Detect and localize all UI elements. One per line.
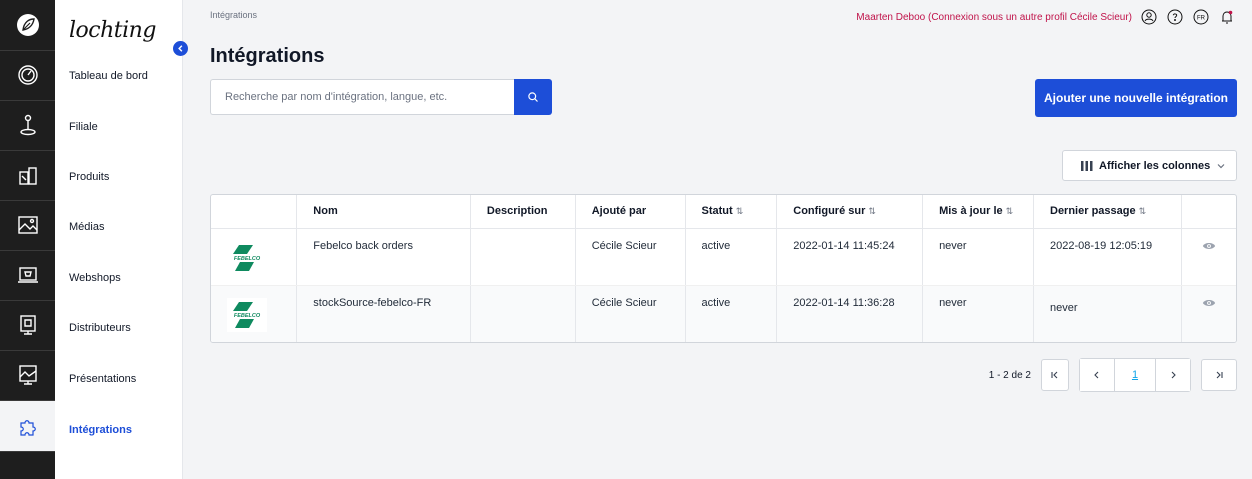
sort-icon[interactable]: ⇅	[1139, 206, 1147, 216]
sort-icon[interactable]: ⇅	[868, 206, 876, 216]
svg-text:FEBELCO: FEBELCO	[234, 313, 261, 319]
show-columns-button[interactable]: Afficher les colonnes	[1062, 150, 1237, 181]
column-header-updated[interactable]: Mis à jour le ⇅	[922, 195, 1034, 229]
next-page-button[interactable]	[1156, 359, 1190, 391]
first-page-icon	[1051, 371, 1058, 379]
impersonation-link[interactable]: Maarten Deboo (Connexion sous un autre p…	[856, 12, 1132, 23]
cell-last-run: 2022-08-19 12:05:19	[1033, 228, 1182, 286]
febelco-logo: FEBELCO	[233, 244, 261, 271]
prev-page-button[interactable]	[1080, 359, 1114, 391]
sort-icon[interactable]: ⇅	[736, 206, 744, 216]
main-content: Intégrations Maarten Deboo (Connexion so…	[184, 0, 1252, 479]
cell-updated: never	[922, 228, 1034, 286]
pagination-info: 1 - 2 de 2	[988, 369, 1031, 381]
chevron-down-icon	[1216, 161, 1226, 171]
notification-bell-icon[interactable]	[1218, 8, 1236, 26]
sidebar-item-integrations[interactable]: Intégrations	[69, 424, 132, 436]
cell-description	[470, 228, 576, 286]
cell-status: active	[685, 228, 778, 286]
sidebar-item-distributors[interactable]: Distributeurs	[69, 322, 131, 334]
presentation-icon[interactable]	[0, 350, 55, 400]
column-header-description[interactable]: Description	[470, 195, 576, 229]
cell-name: stockSource-febelco-FR	[296, 285, 471, 342]
search-input[interactable]	[210, 79, 514, 115]
dashboard-icon[interactable]	[0, 50, 55, 100]
add-integration-button[interactable]: Ajouter une nouvelle intégration	[1035, 79, 1237, 117]
first-page-button[interactable]	[1041, 359, 1069, 391]
column-header-added-by[interactable]: Ajouté par	[575, 195, 686, 229]
media-icon[interactable]	[0, 200, 55, 250]
top-bar: Maarten Deboo (Connexion sous un autre p…	[856, 8, 1236, 26]
sidebar-item-branch[interactable]: Filiale	[69, 121, 98, 133]
cell-added-by: Cécile Scieur	[575, 285, 686, 342]
column-header-last-run[interactable]: Dernier passage ⇅	[1033, 195, 1182, 229]
sidebar-item-presentations[interactable]: Présentations	[69, 373, 136, 385]
search-bar	[210, 79, 552, 115]
column-header-name[interactable]: Nom	[296, 195, 471, 229]
show-columns-label: Afficher les colonnes	[1099, 159, 1211, 172]
sidebar-item-dashboard[interactable]: Tableau de bord	[69, 70, 148, 82]
puzzle-icon[interactable]	[0, 401, 55, 451]
cell-configured: 2022-01-14 11:36:28	[776, 285, 924, 342]
user-switch-icon[interactable]	[1140, 8, 1158, 26]
svg-text:FR: FR	[1197, 15, 1206, 21]
cell-configured: 2022-01-14 11:45:24	[776, 228, 924, 286]
page-nav-group: 1	[1079, 358, 1191, 392]
columns-icon	[1081, 160, 1093, 171]
chevron-left-icon	[1094, 371, 1099, 379]
cell-last-run: never	[1033, 285, 1182, 342]
cell-actions	[1181, 285, 1236, 342]
sort-icon[interactable]: ⇅	[1006, 206, 1014, 216]
products-icon[interactable]	[0, 150, 55, 200]
leaf-logo-icon	[16, 14, 39, 36]
column-header-status[interactable]: Statut ⇅	[685, 195, 778, 229]
column-header-actions	[1181, 195, 1236, 229]
cell-added-by: Cécile Scieur	[575, 228, 686, 286]
last-page-button[interactable]	[1201, 359, 1237, 391]
last-page-icon	[1216, 371, 1223, 379]
cell-actions	[1181, 228, 1236, 286]
svg-text:FEBELCO: FEBELCO	[234, 256, 261, 262]
sidebar-item-webshops[interactable]: Webshops	[69, 272, 121, 284]
branch-icon[interactable]	[0, 100, 55, 150]
app-root: lochting Tableau de bord Filiale Produit…	[0, 0, 1252, 479]
page-title: Intégrations	[210, 45, 325, 67]
icon-rail	[0, 0, 55, 479]
sidebar-nav: lochting Tableau de bord Filiale Produit…	[55, 0, 183, 479]
cell-updated: never	[922, 285, 1034, 342]
cell-name: Febelco back orders	[296, 228, 471, 286]
table-row[interactable]: FEBELCO Febelco back orders Cécile Scieu…	[211, 228, 1236, 286]
language-icon[interactable]: FR	[1192, 8, 1210, 26]
pagination: 1 - 2 de 2 1	[989, 358, 1237, 392]
distributor-icon[interactable]	[0, 300, 55, 350]
eye-icon[interactable]	[1202, 296, 1216, 310]
sidebar-item-products[interactable]: Produits	[69, 171, 109, 183]
integration-logo-cell: FEBELCO	[211, 285, 298, 342]
chevron-left-icon	[178, 45, 183, 52]
eye-icon[interactable]	[1202, 239, 1216, 253]
collapse-sidebar-button[interactable]	[173, 41, 188, 56]
cell-description	[470, 285, 576, 342]
webshop-icon[interactable]	[0, 250, 55, 300]
cell-status: active	[685, 285, 778, 342]
current-page-button[interactable]: 1	[1114, 359, 1156, 391]
app-logo-text[interactable]: lochting	[69, 18, 156, 43]
breadcrumb[interactable]: Intégrations	[210, 10, 257, 20]
sidebar-item-media[interactable]: Médias	[69, 221, 104, 233]
integration-logo-cell: FEBELCO	[211, 228, 298, 286]
help-icon[interactable]	[1166, 8, 1184, 26]
integrations-table: Nom Description Ajouté par Statut ⇅ Confi…	[210, 194, 1237, 343]
table-row[interactable]: FEBELCO stockSource-febelco-FR Cécile Sc…	[211, 285, 1236, 342]
febelco-logo: FEBELCO	[227, 297, 267, 332]
column-header-logo	[211, 195, 298, 229]
search-button[interactable]	[514, 79, 552, 115]
column-header-configured[interactable]: Configuré sur ⇅	[776, 195, 924, 229]
search-icon	[528, 92, 538, 102]
table-header-row: Nom Description Ajouté par Statut ⇅ Confi…	[211, 195, 1236, 229]
chevron-right-icon	[1171, 371, 1176, 379]
app-logo-icon[interactable]	[0, 0, 55, 50]
